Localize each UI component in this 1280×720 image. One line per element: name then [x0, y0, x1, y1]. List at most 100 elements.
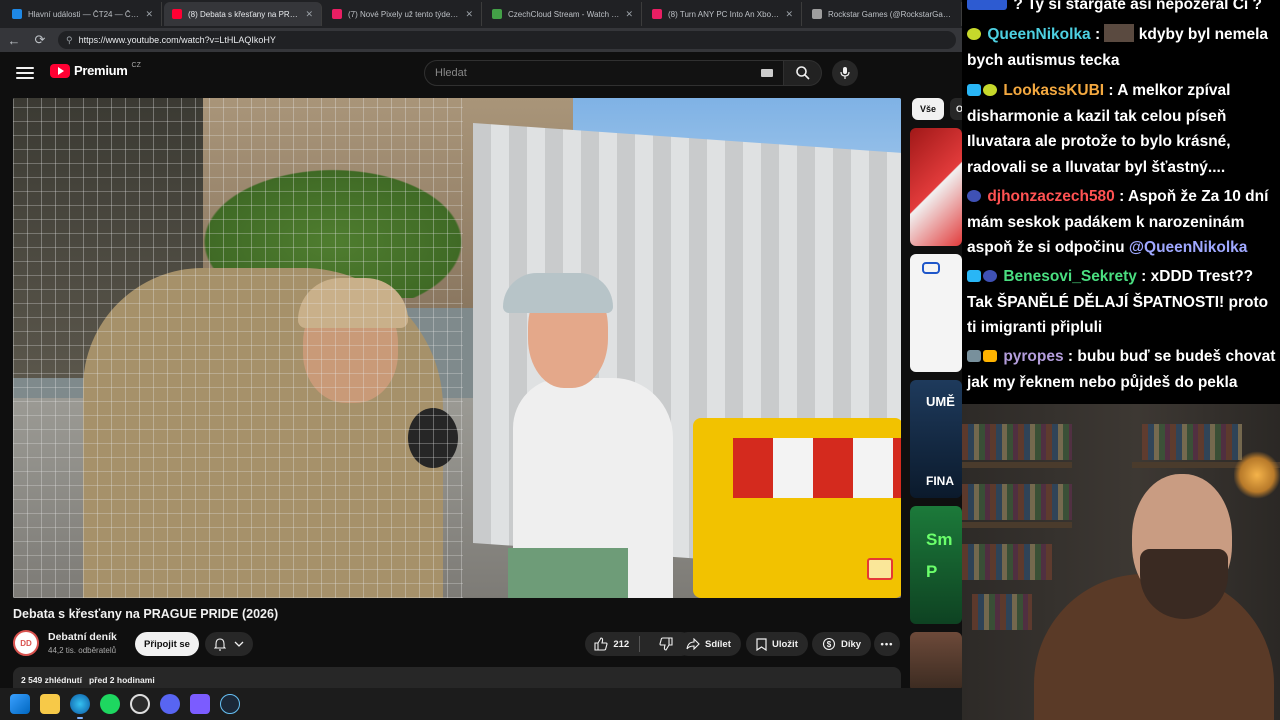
close-tab-icon[interactable]: ✕: [785, 9, 793, 20]
subscriber-count: 44,2 tis. odběratelů: [48, 646, 117, 655]
chat-message: pyropes : bubu buď se budeš chovat jak m…: [967, 348, 1276, 391]
recommended-thumbnail[interactable]: [910, 128, 962, 246]
browser-tab[interactable]: CzechCloud Stream - Watch Live o✕: [484, 2, 642, 26]
webcam-bookshelf: [962, 424, 1072, 460]
hamburger-menu-icon[interactable]: [16, 64, 34, 82]
browser-tab[interactable]: Rockstar Games (@RockstarGame: [804, 2, 962, 26]
stream-chat-overlay: ? Ty si stargate asi nepozeral Či ? Quee…: [962, 0, 1280, 404]
kick-favicon-icon: [492, 9, 502, 19]
more-horizontal-icon: •••: [880, 638, 894, 650]
close-tab-icon[interactable]: ✕: [145, 9, 153, 20]
search-placeholder: Hledat: [435, 67, 467, 79]
video-frame-interviewer-pants: [508, 548, 628, 598]
chat-message: Benesovi_Sekrety : xDDD Trest?? Tak ŠPAN…: [967, 268, 1269, 336]
chat-badge-icon: [967, 270, 981, 282]
keyboard-icon[interactable]: [761, 69, 773, 77]
chat-username: QueenNikolka: [987, 26, 1091, 43]
app-grid-icon[interactable]: [190, 694, 210, 714]
webcam-shelf: [962, 522, 1072, 528]
windows-start-icon[interactable]: [10, 694, 30, 714]
recommended-thumbnail[interactable]: Sm P: [910, 506, 962, 624]
chat-message: QueenNikolka : kdyby byl nemela bych aut…: [967, 24, 1269, 69]
windows-taskbar: [0, 688, 962, 720]
description-box[interactable]: 2 549 zhlédnutí před 2 hodinami: [13, 667, 901, 689]
close-tab-icon[interactable]: ✕: [625, 9, 633, 20]
view-count: 2 549 zhlédnutí: [21, 675, 82, 685]
webcam-bookshelf: [972, 594, 1032, 630]
discord-icon[interactable]: [160, 694, 180, 714]
video-player[interactable]: [13, 98, 901, 598]
thanks-button[interactable]: $ Díky: [812, 632, 872, 656]
site-info-icon[interactable]: ⚲: [66, 35, 73, 46]
streamer-webcam: [962, 404, 1280, 720]
chat-username: Benesovi_Sekrety: [1003, 268, 1137, 285]
filter-chip-all[interactable]: Vše: [912, 98, 944, 120]
search-button[interactable]: [784, 60, 822, 86]
url-text: https://www.youtube.com/watch?v=LtHLAQIk…: [78, 35, 276, 45]
chat-badge-icon: [967, 84, 981, 96]
save-button[interactable]: Uložit: [746, 632, 808, 656]
obs-icon[interactable]: [130, 694, 150, 714]
chat-badge-icon: [967, 190, 981, 202]
browser-tab-bar: Hlavní události — ČT24 — Česká ✕ (8) Deba…: [0, 0, 962, 28]
channel-avatar[interactable]: DD: [13, 630, 39, 656]
channel-name[interactable]: Debatní deník: [48, 631, 117, 643]
thumbs-up-icon: [594, 637, 608, 651]
youtube-play-icon: [50, 63, 70, 78]
edge-icon[interactable]: [70, 694, 90, 719]
chat-message: djhonzaczech580 : Aspoň že Za 10 dní mám…: [967, 188, 1269, 256]
steam-icon[interactable]: [220, 694, 240, 714]
bookmark-icon: [756, 637, 767, 651]
search-icon: [795, 66, 810, 80]
like-button[interactable]: 212: [585, 632, 639, 656]
webcam-bookshelf: [962, 544, 1052, 580]
address-bar: ← ⟳ ⚲ https://www.youtube.com/watch?v=Lt…: [0, 28, 962, 52]
video-frame-interviewer-cap: [503, 273, 613, 313]
x-favicon-icon: [812, 9, 822, 19]
back-arrow-icon[interactable]: ←: [6, 32, 22, 48]
share-arrow-icon: [686, 638, 700, 650]
recommended-thumbnail[interactable]: [910, 254, 962, 372]
chat-emote-icon: [1104, 24, 1135, 42]
close-tab-icon[interactable]: ✕: [305, 9, 313, 20]
like-count: 212: [613, 638, 630, 650]
recommended-thumbnail[interactable]: UMĚ FINA: [910, 380, 962, 498]
chat-badge-icon: [967, 0, 1007, 10]
youtube-favicon-icon: [332, 9, 342, 19]
join-button[interactable]: Připojit se: [135, 632, 199, 656]
filter-chip-related[interactable]: O: [950, 98, 962, 120]
close-tab-icon[interactable]: ✕: [465, 9, 473, 20]
spotify-icon[interactable]: [100, 694, 120, 714]
chat-message: LookassKUBI : A melkor zpíval disharmoni…: [967, 82, 1231, 176]
reload-icon[interactable]: ⟳: [32, 32, 48, 48]
url-field[interactable]: ⚲ https://www.youtube.com/watch?v=LtHLAQ…: [58, 31, 956, 49]
dollar-heart-icon: $: [822, 637, 836, 651]
browser-tab[interactable]: (8) Turn ANY PC Into An Xbox! Hi ✕: [644, 2, 802, 26]
webcam-bookshelf: [1142, 424, 1242, 460]
chat-username: pyropes: [1003, 348, 1064, 365]
search-input[interactable]: Hledat: [424, 60, 784, 86]
chat-mention: @QueenNikolka: [1128, 239, 1248, 256]
file-explorer-icon[interactable]: [40, 694, 60, 714]
svg-text:$: $: [827, 640, 832, 649]
browser-tab[interactable]: Hlavní události — ČT24 — Česká ✕: [4, 2, 162, 26]
browser-tab-active[interactable]: (8) Debata s křesťany na PRAGUE✕: [164, 2, 322, 26]
upload-time: před 2 hodinami: [89, 675, 155, 685]
bell-icon: [214, 637, 226, 651]
video-title: Debata s křesťany na PRAGUE PRIDE (2026): [13, 607, 279, 621]
share-button[interactable]: Sdílet: [676, 632, 741, 656]
recommended-thumbnail[interactable]: [910, 632, 962, 688]
more-actions-button[interactable]: •••: [874, 632, 900, 656]
webcam-bookshelf: [962, 484, 1072, 520]
chat-badge-icon: [983, 350, 997, 362]
voice-search-button[interactable]: [832, 60, 858, 86]
notifications-button[interactable]: [205, 632, 253, 656]
chat-badge-icon: [983, 270, 997, 282]
channel-watermark-icon[interactable]: [867, 558, 893, 580]
browser-tab[interactable]: (7) Nové Pixely už tento týden. | ✕: [324, 2, 482, 26]
youtube-favicon-icon: [652, 9, 662, 19]
youtube-premium-logo[interactable]: Premium CZ: [50, 62, 141, 78]
ct24-favicon-icon: [12, 9, 22, 19]
chat-badge-icon: [967, 350, 981, 362]
webcam-lamp: [1234, 450, 1280, 500]
